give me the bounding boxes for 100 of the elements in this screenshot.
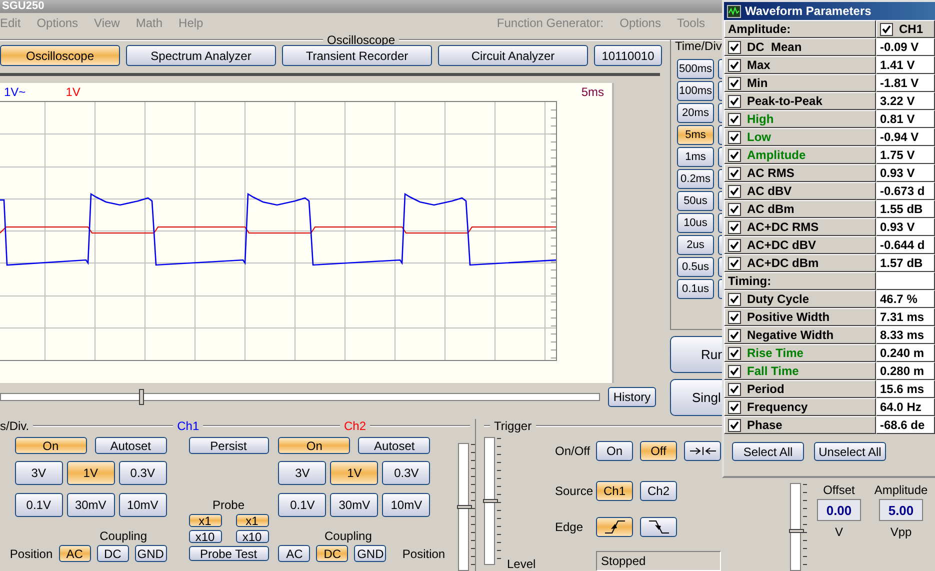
- edge-label: Edge: [555, 520, 584, 534]
- select-all-button[interactable]: Select All: [732, 442, 804, 461]
- checkbox[interactable]: [728, 292, 741, 306]
- time-div-button[interactable]: 20ms: [677, 103, 714, 123]
- unselect-all-button[interactable]: Unselect All: [814, 442, 886, 461]
- volts-div-button[interactable]: 3V: [278, 461, 326, 485]
- trigger-edge-button[interactable]: [640, 517, 677, 537]
- generator-menu-label: Function Generator:: [496, 16, 604, 30]
- parameter-label: Min: [747, 76, 768, 90]
- channel-on-button[interactable]: On: [14, 437, 87, 454]
- checkbox[interactable]: [728, 382, 741, 396]
- offset-field[interactable]: 0.00: [817, 499, 861, 521]
- parameter-label: AC RMS: [747, 166, 794, 180]
- checkbox[interactable]: [728, 238, 741, 252]
- center-trigger-button[interactable]: [684, 441, 721, 461]
- time-div-button[interactable]: 500ms: [677, 59, 714, 79]
- time-div-button[interactable]: 50us: [677, 191, 714, 211]
- unit-label: Vpp: [890, 525, 912, 539]
- slider-thumb[interactable]: [138, 389, 144, 405]
- parameter-value: -0.673 d: [880, 184, 925, 198]
- checkbox[interactable]: [728, 220, 741, 234]
- parameter-label: Positive Width: [747, 310, 830, 324]
- checkbox[interactable]: [728, 112, 741, 126]
- coupling-button[interactable]: AC: [278, 545, 310, 562]
- probe-label: Probe: [212, 498, 245, 512]
- checkbox[interactable]: [728, 40, 741, 54]
- time-div-button[interactable]: 10us: [677, 213, 714, 233]
- checkbox[interactable]: [728, 76, 741, 90]
- checkbox[interactable]: [728, 364, 741, 378]
- channel-on-button[interactable]: On: [278, 437, 350, 454]
- parameter-value: 1.41 V: [880, 58, 915, 72]
- coupling-button[interactable]: DC: [96, 545, 129, 562]
- checkbox[interactable]: [728, 130, 741, 144]
- probe-button[interactable]: x1: [236, 514, 269, 527]
- parameter-value: 8.33 ms: [880, 328, 924, 342]
- volts-div-button[interactable]: 10mV: [118, 493, 167, 517]
- parameter-value: 3.22 V: [880, 94, 915, 108]
- mode-tab[interactable]: Oscilloscope: [0, 45, 120, 66]
- checkbox[interactable]: [728, 346, 741, 360]
- amplitude-label: Amplitude: [874, 483, 928, 497]
- parameter-value: 46.7 %: [880, 292, 918, 306]
- trigger-source-button[interactable]: Ch1: [596, 481, 633, 501]
- time-div-button[interactable]: 0.2ms: [677, 169, 714, 189]
- parameter-label: AC+DC dBV: [747, 238, 816, 252]
- coupling-button[interactable]: DC: [316, 545, 348, 562]
- checkbox[interactable]: [728, 328, 741, 342]
- checkbox[interactable]: [728, 310, 741, 324]
- volts-div-button[interactable]: 1V: [66, 461, 115, 485]
- checkbox[interactable]: [728, 166, 741, 180]
- probe-button[interactable]: x10: [236, 530, 269, 543]
- coupling-button[interactable]: GND: [134, 545, 167, 562]
- trigger-edge-button[interactable]: [596, 517, 633, 537]
- history-button[interactable]: History: [608, 387, 656, 407]
- time-div-button[interactable]: 0.1us: [677, 279, 714, 299]
- autoset-button[interactable]: Autoset: [94, 437, 167, 454]
- coupling-button[interactable]: GND: [354, 545, 386, 562]
- checkbox[interactable]: [728, 202, 741, 216]
- checkbox[interactable]: [728, 256, 741, 270]
- mode-tab[interactable]: 10110010: [594, 45, 662, 66]
- trigger-toggle-button[interactable]: On: [596, 441, 633, 461]
- time-div-button[interactable]: 5ms: [677, 125, 714, 145]
- slider-thumb[interactable]: [483, 499, 498, 503]
- mode-tab[interactable]: Circuit Analyzer: [438, 45, 588, 66]
- volts-div-button[interactable]: 0.1V: [278, 493, 326, 517]
- volts-div-button[interactable]: 30mV: [66, 493, 115, 517]
- amplitude-field[interactable]: 5.00: [879, 499, 923, 521]
- time-div-button[interactable]: 1ms: [677, 147, 714, 167]
- slider-thumb[interactable]: [789, 529, 804, 534]
- persist-button[interactable]: Persist: [188, 437, 269, 454]
- checkbox[interactable]: [728, 148, 741, 162]
- probe-button[interactable]: x1: [188, 514, 222, 527]
- checkbox[interactable]: [728, 94, 741, 108]
- volts-div-button[interactable]: 0.3V: [382, 461, 430, 485]
- mode-tab[interactable]: Spectrum Analyzer: [126, 45, 276, 66]
- coupling-button[interactable]: AC: [58, 545, 91, 562]
- volts-div-button[interactable]: 0.3V: [118, 461, 167, 485]
- probe-button[interactable]: x10: [188, 530, 222, 543]
- parameter-label: Low: [747, 130, 771, 144]
- checkbox[interactable]: [880, 22, 893, 36]
- time-div-button[interactable]: 2us: [677, 235, 714, 255]
- trigger-source-button[interactable]: Ch2: [640, 481, 677, 501]
- volts-div-button[interactable]: 1V: [330, 461, 378, 485]
- probe-test-button[interactable]: Probe Test: [188, 546, 269, 561]
- volts-div-button[interactable]: 10mV: [382, 493, 430, 517]
- checkbox[interactable]: [728, 418, 741, 432]
- checkbox[interactable]: [728, 58, 741, 72]
- slider-thumb[interactable]: [457, 505, 472, 509]
- parameter-value: 0.93 V: [880, 220, 915, 234]
- time-div-button[interactable]: 0.5us: [677, 257, 714, 277]
- trigger-toggle-button[interactable]: Off: [640, 441, 677, 461]
- volts-div-button[interactable]: 0.1V: [14, 493, 63, 517]
- group-title: Trigger: [493, 419, 533, 433]
- window-title: SGU250: [2, 0, 44, 13]
- checkbox[interactable]: [728, 400, 741, 414]
- volts-div-button[interactable]: 3V: [14, 461, 63, 485]
- volts-div-button[interactable]: 30mV: [330, 493, 378, 517]
- checkbox[interactable]: [728, 184, 741, 198]
- time-div-button[interactable]: 100ms: [677, 81, 714, 101]
- autoset-button[interactable]: Autoset: [358, 437, 430, 454]
- mode-tab[interactable]: Transient Recorder: [282, 45, 432, 66]
